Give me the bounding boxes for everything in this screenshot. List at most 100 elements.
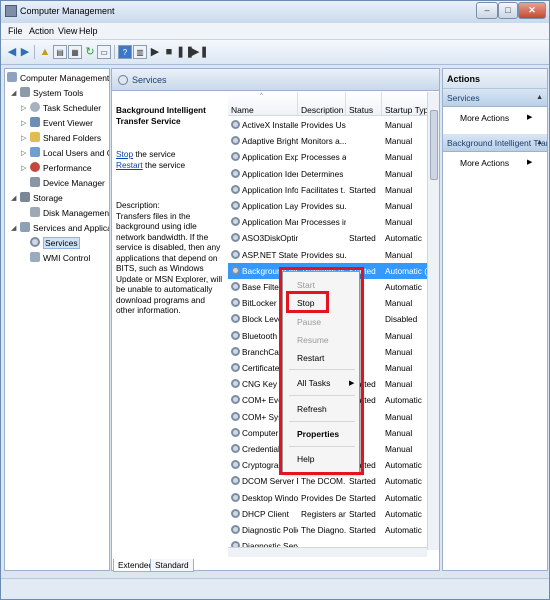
tree-item-storage[interactable]: ◢ Storage bbox=[11, 191, 63, 206]
scrollbar-thumb[interactable] bbox=[430, 110, 438, 180]
table-row[interactable]: DCOM Server Pro...The DCOM...StartedAuto… bbox=[228, 473, 439, 489]
menu-view[interactable]: View bbox=[58, 26, 77, 36]
restart-service-icon[interactable]: ▶❚ bbox=[191, 45, 209, 59]
gear-icon bbox=[231, 136, 240, 146]
selected-service-title: Background Intelligent Transfer Service bbox=[116, 105, 206, 126]
refresh-icon[interactable]: ↻ bbox=[83, 45, 97, 59]
gear-icon bbox=[231, 508, 240, 518]
restart-service-link[interactable]: Restart bbox=[116, 160, 143, 170]
tree-item-task-scheduler[interactable]: ▷ Task Scheduler bbox=[21, 101, 101, 116]
table-row[interactable]: Application Experi...Processes a...Manua… bbox=[228, 149, 439, 165]
table-row[interactable]: ASP.NET State Ser...Provides su...Manual bbox=[228, 247, 439, 263]
table-cell: The Diagno... bbox=[301, 525, 346, 535]
gear-icon bbox=[231, 152, 240, 162]
submenu-arrow-icon: ▶ bbox=[527, 159, 533, 166]
storage-icon bbox=[20, 192, 30, 202]
column-header-description[interactable]: Description bbox=[298, 92, 346, 116]
table-cell: DHCP Client bbox=[242, 508, 289, 519]
menu-file[interactable]: File bbox=[8, 26, 23, 36]
tree-item-computer-management[interactable]: Computer Management (Local bbox=[7, 71, 109, 86]
clock-icon bbox=[30, 102, 40, 112]
gear-icon bbox=[231, 444, 240, 453]
table-row[interactable]: Adaptive BrightnessMonitors a...Manual bbox=[228, 133, 439, 149]
more-actions-services[interactable]: More Actions ▶ bbox=[460, 113, 532, 123]
table-row[interactable]: Application Infor...Facilitates t...Star… bbox=[228, 182, 439, 198]
table-cell: Provides Us... bbox=[301, 120, 346, 130]
tree-item-shared-folders[interactable]: ▷ Shared Folders bbox=[21, 131, 101, 146]
users-icon bbox=[30, 147, 40, 157]
stop-service-link[interactable]: Stop bbox=[116, 149, 133, 159]
table-cell: Started bbox=[349, 492, 376, 503]
table-cell: ASO3DiskOptimizer bbox=[242, 233, 298, 244]
table-row[interactable]: Desktop Window ...Provides De...StartedA… bbox=[228, 490, 439, 506]
up-folder-icon[interactable]: ▲ bbox=[38, 45, 52, 59]
gear-icon bbox=[231, 379, 240, 389]
menu-action[interactable]: Action bbox=[29, 26, 54, 36]
service-description: Description: Transfers files in the back… bbox=[116, 200, 223, 315]
back-arrow-icon[interactable]: ◀ bbox=[5, 45, 19, 59]
tree-item-services-and-applications[interactable]: ◢ Services and Applications bbox=[11, 221, 109, 236]
show-hide-tree-icon[interactable]: ▤ bbox=[53, 45, 67, 59]
table-cell: Application Identity bbox=[242, 168, 298, 179]
collapse-arrow-icon: ▲ bbox=[536, 94, 543, 101]
forward-arrow-icon[interactable]: ▶ bbox=[18, 45, 32, 59]
more-actions-selected-service[interactable]: More Actions ▶ bbox=[460, 158, 532, 168]
table-row[interactable]: ASO3DiskOptimizerStartedAutomatic bbox=[228, 230, 439, 246]
gear-icon bbox=[231, 427, 240, 437]
tree-item-event-viewer[interactable]: ▷ Event Viewer bbox=[21, 116, 93, 131]
service-action-links: Stop the service Restart the service bbox=[116, 149, 186, 170]
services-apps-icon bbox=[20, 222, 30, 232]
services-panel-header: Services bbox=[112, 69, 439, 91]
actions-section-selected-service[interactable]: Background Intelligent Tran... ▲ bbox=[443, 134, 547, 152]
vertical-scrollbar[interactable] bbox=[427, 92, 439, 550]
table-row[interactable]: Application Layer ...Provides su...Manua… bbox=[228, 198, 439, 214]
column-header-name[interactable]: Name bbox=[228, 92, 298, 116]
tab-standard[interactable]: Standard bbox=[150, 559, 194, 572]
table-cell: Application Infor... bbox=[242, 184, 298, 195]
column-header-status[interactable]: Status bbox=[346, 92, 382, 116]
table-cell: Facilitates t... bbox=[301, 184, 346, 195]
export-list-icon[interactable]: ▭ bbox=[97, 45, 111, 59]
tree-item-services[interactable]: Services bbox=[30, 236, 80, 251]
table-cell: Application Layer ... bbox=[242, 201, 298, 211]
tree-item-local-users-groups[interactable]: ▷ Local Users and Groups bbox=[21, 146, 109, 161]
table-cell: Started bbox=[349, 508, 376, 519]
computer-icon bbox=[7, 72, 17, 82]
gear-icon bbox=[231, 168, 240, 178]
table-row[interactable]: Diagnostic Policy ...The Diagno...Starte… bbox=[228, 522, 439, 538]
tree-item-performance[interactable]: ▷ Performance bbox=[21, 161, 92, 176]
actions-section-services[interactable]: Services ▲ bbox=[443, 89, 547, 107]
table-cell: Determines ... bbox=[301, 168, 346, 179]
close-button[interactable]: ✕ bbox=[518, 2, 546, 19]
table-cell: Provides su... bbox=[301, 249, 346, 260]
title-bar: Computer Management – □ ✕ bbox=[1, 1, 549, 23]
table-row[interactable]: DHCP ClientRegisters an...StartedAutomat… bbox=[228, 506, 439, 522]
gear-icon bbox=[231, 298, 240, 308]
table-row[interactable]: ActiveX Installer (...Provides Us...Manu… bbox=[228, 117, 439, 133]
maximize-button[interactable]: □ bbox=[498, 2, 518, 19]
properties-sheet-icon[interactable]: ▦ bbox=[68, 45, 82, 59]
event-viewer-icon bbox=[30, 117, 40, 127]
submenu-arrow-icon: ▶ bbox=[527, 114, 533, 121]
table-cell: Provides su... bbox=[301, 201, 346, 211]
table-row[interactable]: Application Mana...Processes in...Manual bbox=[228, 214, 439, 230]
sort-ascending-icon: ^ bbox=[260, 93, 263, 99]
minimize-button[interactable]: – bbox=[476, 2, 498, 19]
help-icon[interactable]: ? bbox=[118, 45, 132, 59]
gear-icon bbox=[231, 282, 240, 291]
start-service-icon[interactable]: ▶ bbox=[148, 45, 162, 59]
pause-service-icon[interactable]: ❚❚ bbox=[176, 45, 194, 59]
stop-service-icon[interactable]: ■ bbox=[162, 45, 176, 59]
tree-item-disk-management[interactable]: Disk Management bbox=[30, 206, 109, 221]
table-cell: Started bbox=[349, 233, 376, 244]
gear-icon bbox=[231, 314, 240, 324]
gear-icon bbox=[231, 120, 240, 129]
services-panel-title: Services bbox=[132, 75, 167, 85]
tree-item-device-manager[interactable]: Device Manager bbox=[30, 176, 105, 191]
tree-item-system-tools[interactable]: ◢ System Tools bbox=[11, 86, 83, 101]
action-pane-icon[interactable]: ▥ bbox=[133, 45, 147, 59]
table-row[interactable]: Application IdentityDetermines ...Manual bbox=[228, 166, 439, 182]
horizontal-scrollbar[interactable] bbox=[228, 547, 427, 557]
tree-item-wmi-control[interactable]: WMI Control bbox=[30, 251, 90, 266]
menu-help[interactable]: Help bbox=[79, 26, 98, 36]
